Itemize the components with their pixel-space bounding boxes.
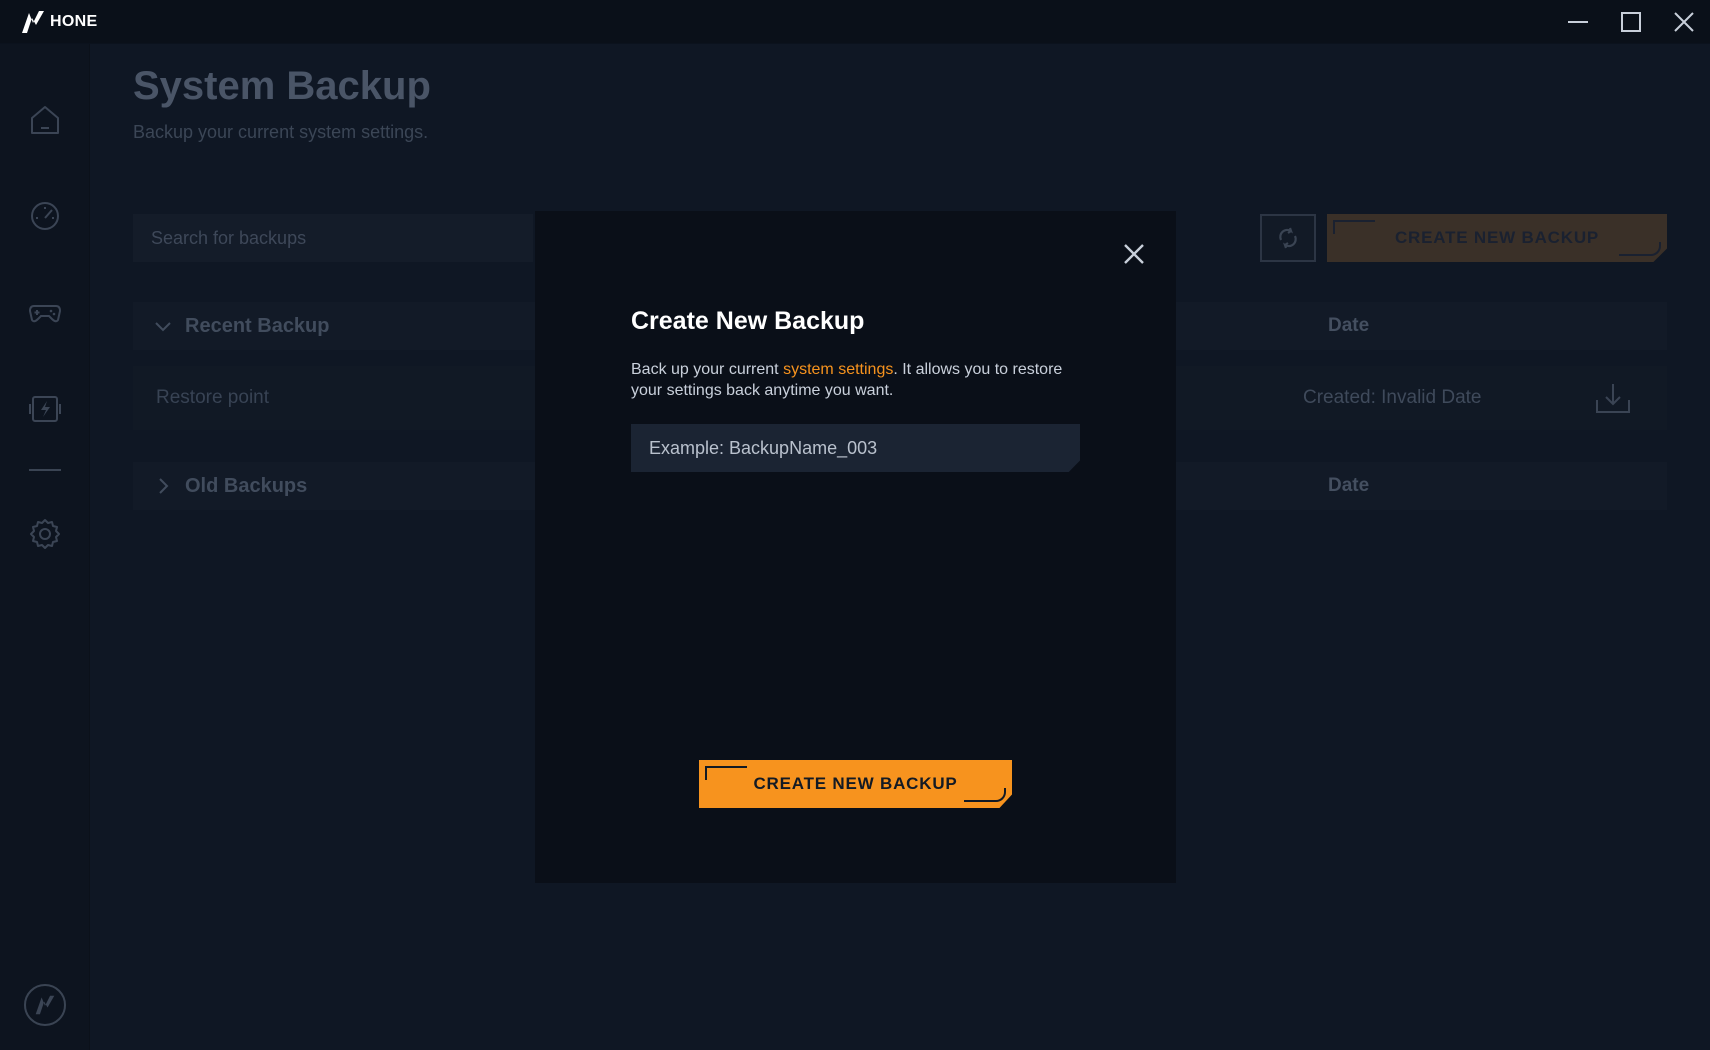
modal-description-start: Back up your current: [631, 361, 784, 378]
maximize-button[interactable]: [1604, 0, 1657, 44]
window-close-button[interactable]: [1657, 0, 1710, 44]
battery-bolt-icon: [29, 396, 61, 422]
sidebar-profile-button[interactable]: [24, 984, 66, 1026]
backup-name: Restore point: [156, 387, 270, 408]
title-bar: HONE: [0, 0, 1710, 44]
refresh-button[interactable]: [1260, 214, 1316, 262]
backup-created-date: Created: Invalid Date: [1303, 387, 1482, 408]
search-input[interactable]: [133, 214, 533, 262]
modal-description: Back up your current system settings. It…: [631, 359, 1091, 401]
create-new-backup-label: CREATE NEW BACKUP: [1394, 228, 1600, 247]
sidebar: [0, 44, 90, 1050]
refresh-icon: [1279, 227, 1297, 249]
sidebar-item-home[interactable]: [25, 100, 65, 140]
sidebar-item-power[interactable]: [25, 388, 65, 428]
section-label: Old Backups: [185, 474, 308, 497]
modal-create-backup-label: CREATE NEW BACKUP: [753, 774, 958, 793]
button-corner-decoration: [1619, 242, 1661, 256]
page-subtitle: Backup your current system settings.: [133, 122, 429, 142]
close-icon[interactable]: [1119, 239, 1149, 269]
modal-title: Create New Backup: [631, 307, 865, 335]
sidebar-item-settings[interactable]: [25, 514, 65, 554]
button-corner-decoration: [705, 766, 747, 780]
chevron-down-icon: [155, 322, 171, 332]
minimize-icon: [1567, 21, 1588, 23]
sidebar-divider: [29, 469, 61, 471]
sidebar-item-performance[interactable]: [25, 196, 65, 236]
section-label: Recent Backup: [185, 314, 330, 337]
sidebar-item-games[interactable]: [25, 292, 65, 332]
app-name: HONE: [50, 12, 98, 30]
close-icon: [1673, 12, 1694, 32]
gear-icon: [30, 519, 60, 549]
page-title: System Backup: [133, 64, 431, 108]
button-corner-decoration: [964, 788, 1006, 802]
create-backup-modal: Create New Backup Back up your current s…: [535, 211, 1176, 883]
hone-logo-icon: [22, 10, 44, 33]
maximize-icon: [1620, 12, 1641, 32]
create-new-backup-button[interactable]: CREATE NEW BACKUP: [1327, 214, 1667, 262]
window-controls: [1551, 0, 1710, 44]
brand: HONE: [20, 9, 97, 35]
backup-name-input[interactable]: [631, 424, 1080, 472]
date-column-header: Date: [1328, 315, 1370, 336]
speedometer-icon: [31, 202, 59, 230]
modal-create-backup-button[interactable]: CREATE NEW BACKUP: [699, 760, 1012, 808]
gamepad-icon: [28, 305, 62, 323]
home-icon: [31, 106, 59, 134]
chevron-right-icon: [159, 478, 169, 494]
hone-logo-icon: [35, 995, 55, 1015]
download-icon[interactable]: [1593, 380, 1633, 416]
modal-description-accent: system settings: [783, 361, 894, 378]
minimize-button[interactable]: [1551, 0, 1604, 44]
date-column-header: Date: [1328, 475, 1370, 496]
button-corner-decoration: [1333, 220, 1375, 234]
